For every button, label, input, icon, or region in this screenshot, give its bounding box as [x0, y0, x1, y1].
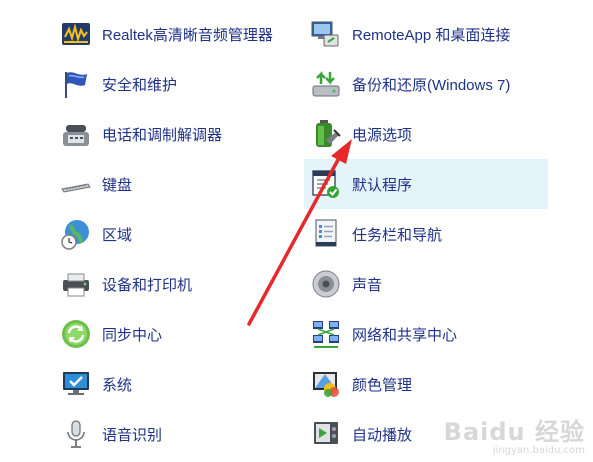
item-remoteapp[interactable]: RemoteApp 和桌面连接 [304, 9, 548, 59]
phone-modem-icon [58, 116, 94, 152]
baidu-watermark: Baidu 经验 jingyan.baidu.com [444, 412, 585, 456]
item-label: 系统 [102, 376, 133, 394]
item-label: 语音识别 [102, 426, 163, 444]
item-system[interactable]: 系统 [54, 359, 304, 409]
autoplay-icon [308, 416, 344, 452]
item-taskbar-navigation[interactable]: 任务栏和导航 [304, 209, 548, 259]
item-label: RemoteApp 和桌面连接 [352, 26, 511, 44]
item-speech-recognition[interactable]: 语音识别 [54, 409, 304, 459]
item-label: 设备和打印机 [102, 276, 193, 294]
item-label: 同步中心 [102, 326, 163, 344]
item-label: 颜色管理 [352, 376, 413, 394]
item-devices-printers[interactable]: 设备和打印机 [54, 259, 304, 309]
item-realtek-audio[interactable]: Realtek高清晰音频管理器 [54, 9, 304, 59]
item-sync-center[interactable]: 同步中心 [54, 309, 304, 359]
network-icon [308, 316, 344, 352]
remoteapp-icon [308, 16, 344, 52]
realtek-audio-icon [58, 16, 94, 52]
item-label: 网络和共享中心 [352, 326, 458, 344]
item-label: 默认程序 [352, 176, 413, 194]
item-power-options[interactable]: 电源选项 [304, 109, 548, 159]
power-battery-icon [308, 116, 344, 152]
default-programs-icon [308, 166, 344, 202]
item-region[interactable]: 区域 [54, 209, 304, 259]
security-flag-icon [58, 66, 94, 102]
control-panel-left-column: Realtek高清晰音频管理器 安全和维护 电话和调制解调器 键盘 区域 设备和… [54, 9, 304, 459]
taskbar-icon [308, 216, 344, 252]
item-label: 电源选项 [352, 126, 413, 144]
microphone-icon [58, 416, 94, 452]
item-label: 任务栏和导航 [352, 226, 443, 244]
item-label: 键盘 [102, 176, 133, 194]
globe-clock-icon [58, 216, 94, 252]
item-label: 自动播放 [352, 426, 413, 444]
item-security-maintenance[interactable]: 安全和维护 [54, 59, 304, 109]
item-label: Realtek高清晰音频管理器 [102, 26, 273, 44]
watermark-logo-text: Baidu 经验 [443, 418, 585, 446]
item-default-programs[interactable]: 默认程序 [304, 159, 548, 209]
item-label: 安全和维护 [102, 76, 178, 94]
item-network-sharing[interactable]: 网络和共享中心 [304, 309, 548, 359]
control-panel-right-column: RemoteApp 和桌面连接 备份和还原(Windows 7) 电源选项 默认… [304, 9, 548, 459]
color-management-icon [308, 366, 344, 402]
item-keyboard[interactable]: 键盘 [54, 159, 304, 209]
item-sound[interactable]: 声音 [304, 259, 548, 309]
speaker-icon [308, 266, 344, 302]
backup-restore-icon [308, 66, 344, 102]
item-label: 电话和调制解调器 [102, 126, 223, 144]
item-phone-modem[interactable]: 电话和调制解调器 [54, 109, 304, 159]
printer-icon [58, 266, 94, 302]
sync-icon [58, 316, 94, 352]
item-label: 声音 [352, 276, 383, 294]
item-label: 备份和还原(Windows 7) [352, 76, 511, 94]
monitor-check-icon [58, 366, 94, 402]
keyboard-icon [58, 166, 94, 202]
item-color-management[interactable]: 颜色管理 [304, 359, 548, 409]
item-label: 区域 [102, 226, 133, 244]
item-backup-restore[interactable]: 备份和还原(Windows 7) [304, 59, 548, 109]
